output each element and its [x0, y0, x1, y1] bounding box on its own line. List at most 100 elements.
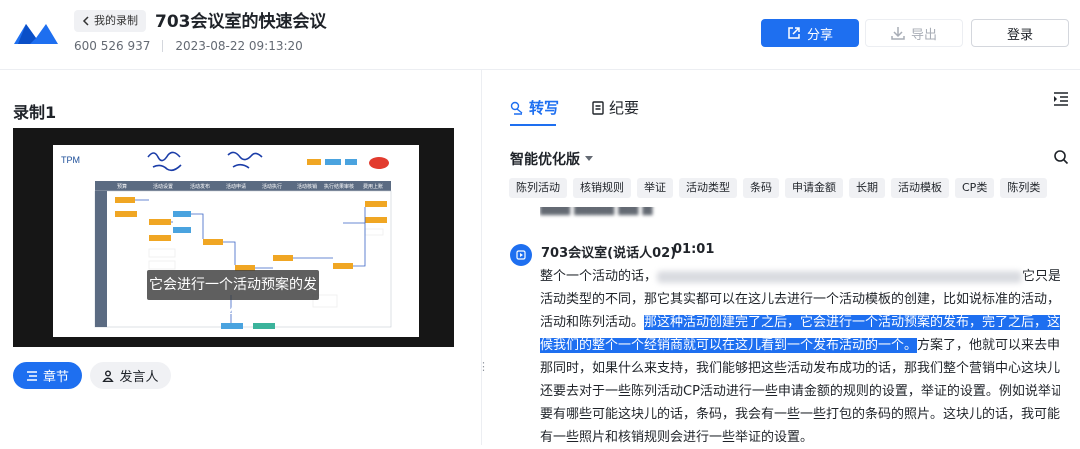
previous-paragraph-tail: ▆▆▆ ▆▆▆▆ ▆▆ ▆ — [540, 207, 700, 219]
flow-box — [253, 323, 275, 329]
flow-box — [173, 227, 191, 233]
keyword-tags: 陈列活动 核销规则 举证 活动类型 条码 申请金额 长期 活动模板 CP类 陈列… — [509, 178, 1048, 198]
flow-box — [149, 219, 171, 225]
recording-title: 录制1 — [13, 103, 57, 122]
transcript-line: 整个一个活动的话， 它只是 — [540, 265, 1060, 288]
slide-column: 费用上账 — [363, 183, 383, 190]
slide-legend-mark — [345, 159, 357, 165]
transcribe-icon — [510, 101, 523, 115]
active-tab-indicator — [510, 124, 556, 126]
share-icon — [788, 27, 800, 39]
keyword-tag[interactable]: 长期 — [849, 178, 885, 198]
transcript-text: 方案了，他就可以来去申请。 — [917, 338, 1060, 353]
flow-connectors — [135, 199, 366, 323]
flow-box — [203, 239, 223, 245]
keyword-tag[interactable]: CP类 — [955, 178, 995, 198]
panel-divider — [481, 70, 482, 445]
flow-box — [273, 255, 293, 261]
download-icon — [891, 27, 905, 40]
transcript-text: 那同时，如果什么来支持，我们能够把这些活动发布成功的话，那我们整个营销中心这块儿… — [540, 361, 1060, 376]
slide-legend-mark — [307, 159, 321, 165]
speaker-timestamp[interactable]: 01:01 — [673, 242, 714, 257]
flow-box — [365, 217, 387, 223]
flow-box — [148, 248, 176, 258]
top-header: 我的录制 703会议室的快速会议 600 526 937 2023-08-22 … — [0, 0, 1080, 70]
flow-box — [148, 260, 176, 270]
keyword-tag[interactable]: 举证 — [637, 178, 673, 198]
export-label: 导出 — [910, 27, 937, 43]
keyword-tag[interactable]: 活动模板 — [891, 178, 949, 198]
chevron-left-icon — [82, 16, 89, 26]
meeting-title: 703会议室的快速会议 — [155, 12, 327, 32]
slide-column: 活动设置 — [153, 183, 173, 190]
transcript-paragraph: 整个一个活动的话， 它只是 活动类型的不同，那它其实都可以在这儿去进行一个活动模板… — [540, 265, 1060, 449]
speaker-name: 703会议室(说话人02) — [541, 246, 677, 261]
caret-down-icon — [585, 156, 593, 161]
transcript-text: 活动和陈列活动。 — [540, 315, 645, 330]
highlighted-transcript-text: 那这种活动创建完了之后，它会进行一个活动预案的发布，完了之后，这个时 — [644, 315, 1060, 330]
speaker-avatar-icon — [510, 244, 532, 266]
back-to-recordings-button[interactable]: 我的录制 — [74, 10, 146, 32]
share-button[interactable]: 分享 — [761, 19, 859, 47]
share-label: 分享 — [806, 27, 833, 43]
transcript-text: 活动类型的不同，那它其实都可以在这儿去进行一个活动模板的创建，比如说标准的活动，… — [540, 292, 1060, 307]
chapters-button[interactable]: 章节 — [13, 362, 82, 389]
blurred-text: ▆▆▆ ▆▆▆▆ ▆▆ ▆ — [540, 207, 653, 216]
login-button[interactable]: 登录 — [971, 19, 1069, 47]
flow-box — [115, 197, 135, 203]
slide-column: 活动执行 — [262, 183, 282, 190]
play-icon — [516, 250, 526, 260]
flow-box — [173, 211, 191, 217]
slide-legend-mark — [325, 159, 341, 165]
handwriting-mark — [227, 151, 263, 169]
list-icon — [26, 370, 37, 381]
meeting-datetime: 2023-08-22 09:13:20 — [175, 39, 303, 53]
collapse-panel-icon[interactable] — [1052, 90, 1070, 108]
meeting-id: 600 526 937 — [74, 39, 151, 53]
transcript-line: 还要去对于一些陈列活动CP活动进行一些申请金额的规则的设置，举证的设置。例如说举… — [540, 380, 1060, 403]
keyword-tag[interactable]: 活动类型 — [679, 178, 737, 198]
flow-box — [365, 201, 387, 207]
slide-column: 活动申请 — [226, 183, 246, 190]
slide-logo-mark — [369, 157, 389, 169]
search-icon[interactable] — [1053, 149, 1069, 165]
flow-box — [364, 228, 384, 236]
back-label: 我的录制 — [94, 14, 138, 27]
meeting-meta: 600 526 937 2023-08-22 09:13:20 — [74, 39, 303, 53]
tab-transcribe[interactable]: 转写 — [510, 97, 559, 118]
keyword-tag[interactable]: 陈列活动 — [509, 178, 567, 198]
flow-box — [149, 235, 171, 241]
speakers-button[interactable]: 发言人 — [90, 362, 171, 389]
transcript-line: 那同时，如果什么来支持，我们能够把这些活动发布成功的话，那我们整个营销中心这块儿… — [540, 357, 1060, 380]
transcript-text: 有一些照片和核销规则会进行一些举证的设置。 — [540, 430, 814, 445]
redacted-text — [657, 270, 1023, 283]
keyword-tag[interactable]: 申请金额 — [785, 178, 843, 198]
keyword-tag[interactable]: 陈列类 — [1000, 178, 1048, 198]
smart-version-label: 智能优化版 — [510, 152, 580, 168]
slide-column: 执行结果审核 — [324, 183, 354, 190]
transcript-text: 要有哪些可能这块儿的话，条码，我会有一些一些打包的条码的照片。这块儿的话，我可能… — [540, 407, 1060, 422]
export-button[interactable]: 导出 — [865, 19, 963, 47]
smart-version-dropdown[interactable]: 智能优化版 — [510, 149, 593, 169]
slide-heading: TPM — [61, 155, 80, 165]
resize-handle-icon[interactable]: ⋮ — [478, 358, 489, 376]
tab-transcribe-label: 转写 — [529, 99, 560, 117]
slide-table — [94, 190, 392, 328]
slide-column: 活动核销 — [297, 183, 317, 190]
app-logo-icon — [14, 24, 58, 44]
slide-row-header — [95, 191, 107, 327]
meta-separator — [162, 40, 164, 52]
transcript-line: 要有哪些可能这块儿的话，条码，我会有一些一些打包的条码的照片。这块儿的话，我可能… — [540, 403, 1060, 426]
flow-box — [115, 211, 137, 217]
slide-column: 预算 — [117, 183, 127, 190]
keyword-tag[interactable]: 核销规则 — [573, 178, 631, 198]
tab-minutes-label: 纪要 — [609, 99, 640, 117]
highlighted-transcript-text: 候我们的整个一个经销商就可以在这儿看到一个发布活动的一个。 — [540, 338, 918, 353]
transcript-line: 有一些照片和核销规则会进行一些举证的设置。 — [540, 426, 1060, 449]
slide-column: 活动发布 — [190, 183, 210, 190]
tab-minutes[interactable]: 纪要 — [592, 97, 639, 118]
keyword-tag[interactable]: 条码 — [743, 178, 779, 198]
login-label: 登录 — [1006, 27, 1033, 43]
speakers-label: 发言人 — [119, 370, 159, 385]
handwriting-mark — [147, 151, 182, 172]
